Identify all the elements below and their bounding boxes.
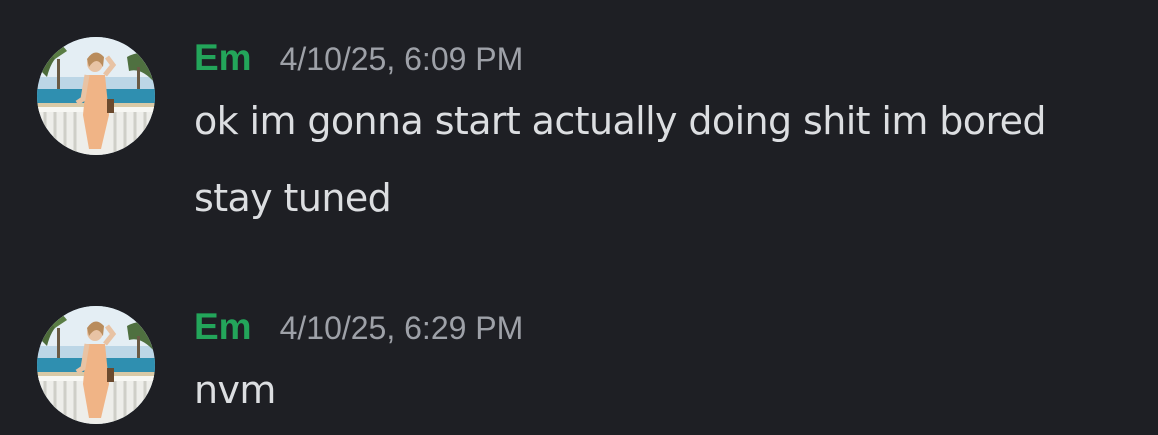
avatar[interactable] <box>37 306 155 424</box>
username[interactable]: Em <box>194 306 252 348</box>
timestamp: 4/10/25, 6:29 PM <box>279 310 524 346</box>
avatar-photo-icon <box>37 306 155 424</box>
message-header: Em 4/10/25, 6:29 PM <box>194 306 523 348</box>
message-header: Em 4/10/25, 6:09 PM <box>194 37 523 79</box>
timestamp: 4/10/25, 6:09 PM <box>279 41 524 77</box>
message-text: nvm <box>194 368 276 412</box>
message-text: stay tuned <box>194 176 392 220</box>
avatar[interactable] <box>37 37 155 155</box>
avatar-photo-icon <box>37 37 155 155</box>
message-text: ok im gonna start actually doing shit im… <box>194 99 1047 143</box>
username[interactable]: Em <box>194 37 252 79</box>
